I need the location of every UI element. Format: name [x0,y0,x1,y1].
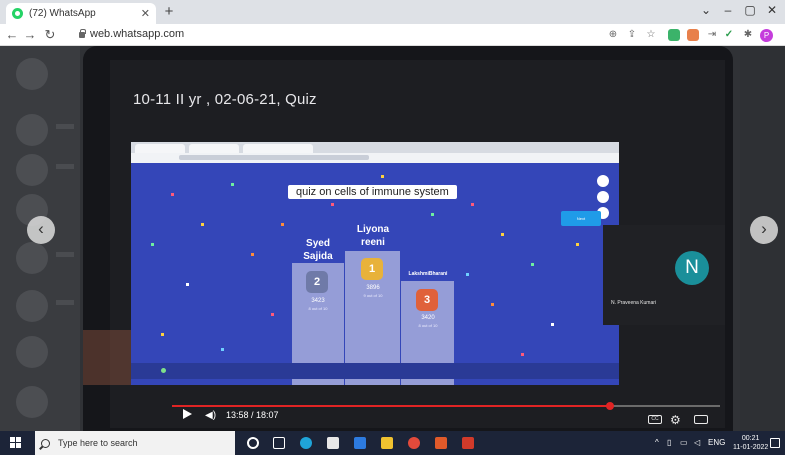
forward-arrow-icon[interactable]: → [22,27,38,43]
settings-icon [597,191,609,203]
cortana-icon[interactable] [247,437,259,449]
meeting-title: 10-11 II yr , 02-06-21, Quiz [133,91,317,108]
store-icon[interactable] [327,437,339,449]
video-progress-fill [172,405,611,407]
play-icon[interactable] [183,409,192,419]
language-indicator[interactable]: ENG [708,438,725,447]
shared-screen-url [179,155,369,160]
network-icon[interactable]: ▯ [667,438,671,447]
medal-third: 3 [416,289,438,311]
windows-taskbar: Type here to search ^ ▯ ▭ ◁ ENG 00:21 11… [0,431,785,455]
gear-icon[interactable]: ⚙ [670,413,681,427]
video-time: 13:58 / 18:07 [226,410,279,420]
battery-icon[interactable]: ▭ [680,438,688,447]
score-second: 3423 [311,298,325,304]
result-first: 9 out of 10 [363,293,383,298]
close-tab-icon[interactable]: ✕ [141,7,150,20]
share-icon[interactable]: ⇪ [626,29,638,41]
leader-name-first: Liyona reeni [356,224,390,248]
whatsapp-icon [12,8,23,19]
address-bar[interactable]: web.whatsapp.com [90,28,184,40]
participant-name: N. Praveena Kumari [611,300,657,306]
profile-avatar[interactable]: P [760,29,773,42]
clock-date: 11-01-2022 [733,444,769,451]
task-view-icon[interactable] [273,437,285,449]
chrome-icon[interactable] [408,437,420,449]
miniplayer-icon[interactable] [694,415,708,424]
quiz-title: quiz on cells of immune system [288,185,457,199]
leader-name-second: Syed Sajida [303,238,333,262]
back-arrow-icon[interactable]: ← [4,27,20,43]
maximize-button[interactable]: ▢ [740,3,760,17]
volume-tray-icon[interactable]: ◁ [694,438,700,447]
system-clock[interactable]: 00:21 11-01-2022 [733,434,768,452]
shared-screen-tabbar [131,142,619,153]
search-icon [41,438,50,448]
minimize-button[interactable]: – [718,3,738,17]
subtitles-icon[interactable]: CC [648,415,662,424]
powerpoint-icon[interactable] [462,437,474,449]
app-icon[interactable] [435,437,447,449]
medal-first: 1 [361,258,383,280]
score-third: 3420 [421,315,435,321]
taskbar-search-box[interactable]: Type here to search [35,431,235,455]
lock-icon[interactable] [79,29,86,38]
notifications-icon[interactable] [770,438,780,448]
mail-icon[interactable] [354,437,366,449]
quiz-results-area: quiz on cells of immune system Next Syed… [131,163,619,385]
browser-toolbar: ← → ↻ web.whatsapp.com ⊕ ⇪ ☆ ⇥ ✓ ✱ P [0,24,785,46]
shield-extension-icon[interactable] [668,29,680,41]
edge-icon[interactable] [300,437,312,449]
bookmark-star-icon[interactable]: ☆ [645,29,657,41]
next-media-button[interactable]: › [750,216,778,244]
reload-icon[interactable]: ↻ [42,27,58,43]
previous-media-button[interactable]: ‹ [27,216,55,244]
score-first: 3896 [366,285,380,291]
close-window-button[interactable]: ✕ [762,3,782,17]
browser-tab-bar: (72) WhatsApp ✕ + ⌄ – ▢ ✕ [0,0,785,24]
tray-chevron-icon[interactable]: ^ [655,438,659,447]
result-third: 8 out of 10 [418,323,438,328]
shared-screen-footer [131,363,619,379]
extension-icon[interactable] [687,29,699,41]
tab-title: (72) WhatsApp [29,8,96,19]
cast-icon[interactable]: ⇥ [706,29,718,41]
windows-start-icon[interactable] [10,437,22,449]
fullscreen-icon [597,175,609,187]
next-button: Next [561,211,601,226]
tab-search-icon[interactable]: ⌄ [696,3,716,17]
check-extension-icon[interactable]: ✓ [723,29,735,41]
result-second: 8 out of 10 [308,306,328,311]
browser-tab-whatsapp[interactable]: (72) WhatsApp ✕ [6,3,156,24]
puzzle-extensions-icon[interactable]: ✱ [742,29,754,41]
file-explorer-icon[interactable] [381,437,393,449]
volume-icon[interactable]: ◀) [205,410,216,421]
zoom-icon[interactable]: ⊕ [607,29,619,41]
shared-screen-window: quiz on cells of immune system Next Syed… [131,142,619,385]
new-tab-button[interactable]: + [160,3,178,21]
search-placeholder: Type here to search [58,438,138,448]
medal-second: 2 [306,271,328,293]
leader-name-third: LakshmiBharani [408,271,448,277]
participant-avatar: N [675,251,709,285]
clock-time: 00:21 [741,435,760,442]
